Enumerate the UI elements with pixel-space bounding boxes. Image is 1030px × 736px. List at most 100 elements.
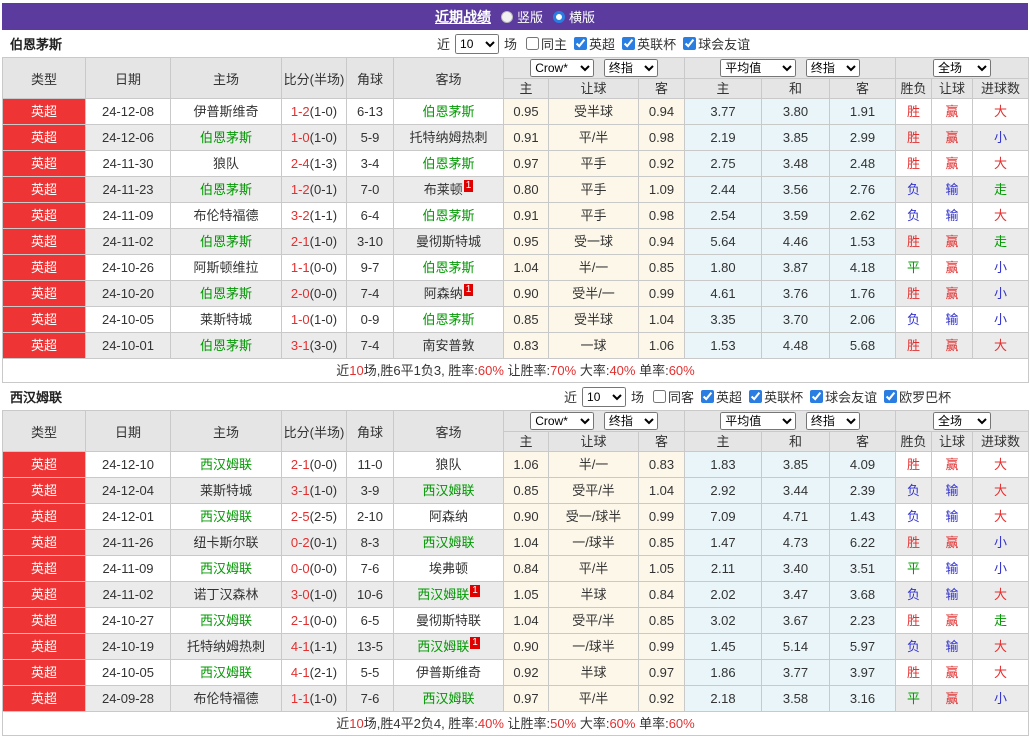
handicap-result-cell: 赢 bbox=[931, 98, 973, 125]
results-table-bournemouth: 类型 日期 主场 比分(半场) 角球 客场 Crow* 终指 平均值 终指 全场 bbox=[1, 57, 1030, 383]
filter-checkbox[interactable] bbox=[701, 390, 715, 403]
filter-英联杯[interactable]: 英联杯 bbox=[742, 387, 803, 406]
score: 2-0(0-0) bbox=[281, 280, 347, 307]
match-date: 24-12-06 bbox=[85, 124, 171, 151]
filter-同主[interactable]: 同主 bbox=[519, 34, 567, 53]
avg-home-odds: 1.83 bbox=[684, 451, 762, 478]
filter-checkbox[interactable] bbox=[574, 37, 588, 50]
filter-checkbox[interactable] bbox=[810, 390, 824, 403]
avg-home-odds: 7.09 bbox=[684, 503, 762, 530]
layout-vertical-option[interactable]: 竖版 bbox=[500, 7, 543, 26]
score: 4-1(2-1) bbox=[281, 659, 347, 686]
filter-球会友谊[interactable]: 球会友谊 bbox=[803, 387, 877, 406]
recent-count-select[interactable]: 10 bbox=[455, 33, 500, 54]
col-corner: 角球 bbox=[346, 410, 394, 452]
handicap-result-cell: 输 bbox=[931, 176, 973, 203]
home-odds: 0.97 bbox=[503, 685, 549, 712]
filter-checkbox[interactable] bbox=[526, 37, 540, 50]
filter-同客[interactable]: 同客 bbox=[646, 387, 694, 406]
league-badge: 英超 bbox=[2, 202, 86, 229]
section-header-westham: 西汉姆联 近 10 场 同客 英超 英联杯 球会友谊 欧罗巴杯 bbox=[2, 383, 1028, 410]
filter-checkbox[interactable] bbox=[653, 390, 667, 403]
score: 3-0(1-0) bbox=[281, 581, 347, 608]
recent-count-select[interactable]: 10 bbox=[582, 386, 627, 407]
avg-home-odds: 1.45 bbox=[684, 633, 762, 660]
away-team: 西汉姆联 bbox=[393, 477, 504, 504]
redcard-badge: 1 bbox=[470, 637, 480, 649]
filter-英超[interactable]: 英超 bbox=[694, 387, 742, 406]
col-result: 胜负 bbox=[895, 431, 932, 452]
league-badge: 英超 bbox=[2, 306, 86, 333]
away-odds: 0.85 bbox=[638, 529, 685, 556]
goals-result-cell: 走 bbox=[971, 607, 1030, 634]
filter-checkbox[interactable] bbox=[622, 37, 636, 50]
handicap-line: 平手 bbox=[548, 176, 639, 203]
col-result: 胜负 bbox=[895, 78, 932, 99]
final-avg-select[interactable]: 终指 bbox=[805, 59, 860, 77]
league-badge: 英超 bbox=[2, 228, 86, 255]
fulltime-select[interactable]: 全场 bbox=[933, 59, 992, 77]
avg-draw-odds: 3.48 bbox=[761, 150, 830, 177]
goals-result-cell: 大 bbox=[971, 202, 1030, 229]
home-team: 阿斯顿维拉 bbox=[170, 254, 282, 281]
filter-球会友谊[interactable]: 球会友谊 bbox=[676, 34, 750, 53]
result-cell: 平 bbox=[895, 685, 932, 712]
layout-horizontal-option[interactable]: 横版 bbox=[553, 7, 595, 26]
avg-away-odds: 1.91 bbox=[829, 98, 896, 125]
average-select[interactable]: 平均值 bbox=[720, 412, 797, 430]
away-odds: 0.84 bbox=[638, 581, 685, 608]
filter-英联杯[interactable]: 英联杯 bbox=[615, 34, 676, 53]
goals-result-cell: 大 bbox=[971, 503, 1030, 530]
avg-draw-odds: 4.48 bbox=[761, 332, 830, 359]
final-avg-select[interactable]: 终指 bbox=[805, 412, 860, 430]
match-row: 英超 24-10-27 西汉姆联 2-1(0-0) 6-5 曼彻斯特联 1.04 受平/半 0.… bbox=[2, 607, 1030, 634]
handicap-line: 半球 bbox=[548, 659, 639, 686]
final-odds-select[interactable]: 终指 bbox=[603, 412, 658, 430]
col-corner: 角球 bbox=[346, 57, 394, 99]
goals-result-cell: 小 bbox=[971, 306, 1030, 333]
match-row: 英超 24-10-05 西汉姆联 4-1(2-1) 5-5 伊普斯维奇 0.92 半球 0.97… bbox=[2, 659, 1030, 686]
handicap-line: 半/一 bbox=[548, 451, 639, 478]
radio-vertical-icon[interactable] bbox=[500, 10, 513, 23]
result-cell: 负 bbox=[895, 306, 932, 333]
summary-text: 大率: bbox=[576, 716, 610, 731]
away-team: 伯恩茅斯 bbox=[393, 98, 504, 125]
avg-away-odds: 2.76 bbox=[829, 176, 896, 203]
radio-vertical-label: 竖版 bbox=[516, 10, 543, 25]
games-label: 场 bbox=[631, 390, 645, 405]
col-avg-draw: 和 bbox=[761, 431, 830, 452]
home-odds: 0.80 bbox=[503, 176, 549, 203]
result-cell: 胜 bbox=[895, 150, 932, 177]
league-badge: 英超 bbox=[2, 176, 86, 203]
filter-checkbox[interactable] bbox=[749, 390, 763, 403]
filter-英超[interactable]: 英超 bbox=[567, 34, 615, 53]
score: 3-1(3-0) bbox=[281, 332, 347, 359]
goals-result-cell: 小 bbox=[971, 529, 1030, 556]
avg-away-odds: 2.48 bbox=[829, 150, 896, 177]
match-date: 24-11-09 bbox=[85, 202, 171, 229]
match-row: 英超 24-12-04 莱斯特城 3-1(1-0) 3-9 西汉姆联 0.85 受平/半 1.0… bbox=[2, 477, 1030, 504]
filter-欧罗巴杯[interactable]: 欧罗巴杯 bbox=[877, 387, 951, 406]
home-team: 西汉姆联 bbox=[170, 555, 282, 582]
radio-horizontal-icon[interactable] bbox=[553, 10, 565, 23]
final-odds-select[interactable]: 终指 bbox=[603, 59, 658, 77]
summary-stat-value: 50% bbox=[550, 716, 577, 731]
fulltime-select[interactable]: 全场 bbox=[933, 412, 992, 430]
score: 0-2(0-1) bbox=[281, 529, 347, 556]
corners: 13-5 bbox=[346, 633, 394, 660]
filter-checkbox[interactable] bbox=[683, 37, 697, 50]
col-goals-result: 进球数 bbox=[971, 78, 1030, 99]
home-odds: 0.85 bbox=[503, 306, 549, 333]
average-select[interactable]: 平均值 bbox=[720, 59, 797, 77]
score: 3-2(1-1) bbox=[281, 202, 347, 229]
goals-result-cell: 大 bbox=[971, 477, 1030, 504]
match-row: 英超 24-10-05 莱斯特城 1-0(1-0) 0-9 伯恩茅斯 0.85 受半球 1.04… bbox=[2, 306, 1030, 333]
bookmaker-select[interactable]: Crow* bbox=[530, 59, 595, 77]
avg-draw-odds: 3.67 bbox=[761, 607, 830, 634]
filter-checkbox[interactable] bbox=[884, 390, 898, 403]
bookmaker-select[interactable]: Crow* bbox=[530, 412, 595, 430]
away-odds: 0.99 bbox=[638, 633, 685, 660]
result-cell: 负 bbox=[895, 503, 932, 530]
goals-result-cell: 大 bbox=[971, 451, 1030, 478]
handicap-line: 一/球半 bbox=[548, 529, 639, 556]
